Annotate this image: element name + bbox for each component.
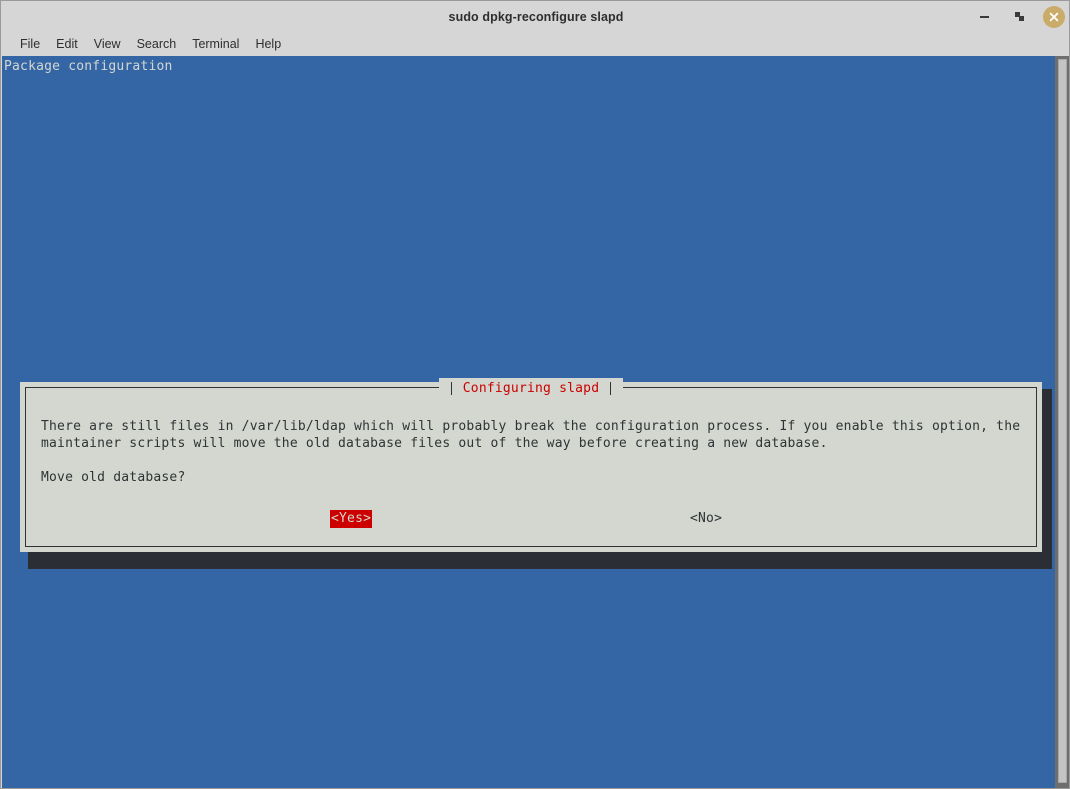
dialog-title: Configuring slapd <box>462 380 600 396</box>
menu-item-view[interactable]: View <box>86 35 129 53</box>
window-title: sudo dpkg-reconfigure slapd <box>448 9 624 24</box>
window-controls <box>973 1 1065 32</box>
dialog-inner-frame: Configuring slapd There are still files … <box>25 378 1037 547</box>
maximize-button[interactable] <box>1008 6 1030 28</box>
terminal-window: sudo dpkg-reconfigure slapd File Edit Vi… <box>0 0 1070 789</box>
package-configuration-header: Package configuration <box>4 59 173 74</box>
menu-item-help[interactable]: Help <box>247 35 289 53</box>
menu-item-search[interactable]: Search <box>129 35 185 53</box>
menu-bar: File Edit View Search Terminal Help <box>1 32 1069 56</box>
terminal-scrollbar[interactable] <box>1055 56 1069 788</box>
dialog-message: There are still files in /var/lib/ldap w… <box>41 419 1021 451</box>
scrollbar-thumb[interactable] <box>1058 59 1067 783</box>
dialog-button-row: <Yes> <No> <box>26 510 1036 530</box>
terminal-canvas[interactable]: Package configuration Configuring slapd … <box>2 56 1069 788</box>
dialog-title-wrap: Configuring slapd <box>26 378 1036 398</box>
yes-button[interactable]: <Yes> <box>330 510 373 528</box>
close-icon <box>1049 12 1059 21</box>
close-button[interactable] <box>1043 5 1065 28</box>
restore-icon <box>1014 12 1024 21</box>
dialog-title-box: Configuring slapd <box>438 378 624 398</box>
menu-item-edit[interactable]: Edit <box>48 35 86 53</box>
configuring-slapd-dialog: Configuring slapd There are still files … <box>20 378 1042 552</box>
dialog-question: Move old database? <box>41 470 186 485</box>
dialog-body: There are still files in /var/lib/ldap w… <box>41 418 1021 486</box>
no-button[interactable]: <No> <box>689 510 723 528</box>
minimize-icon <box>979 15 989 18</box>
minimize-button[interactable] <box>973 6 995 28</box>
title-right-tick-icon <box>610 381 612 395</box>
menu-item-terminal[interactable]: Terminal <box>184 35 247 53</box>
title-left-tick-icon <box>450 381 452 395</box>
menu-item-file[interactable]: File <box>12 35 48 53</box>
window-titlebar: sudo dpkg-reconfigure slapd <box>1 1 1069 32</box>
